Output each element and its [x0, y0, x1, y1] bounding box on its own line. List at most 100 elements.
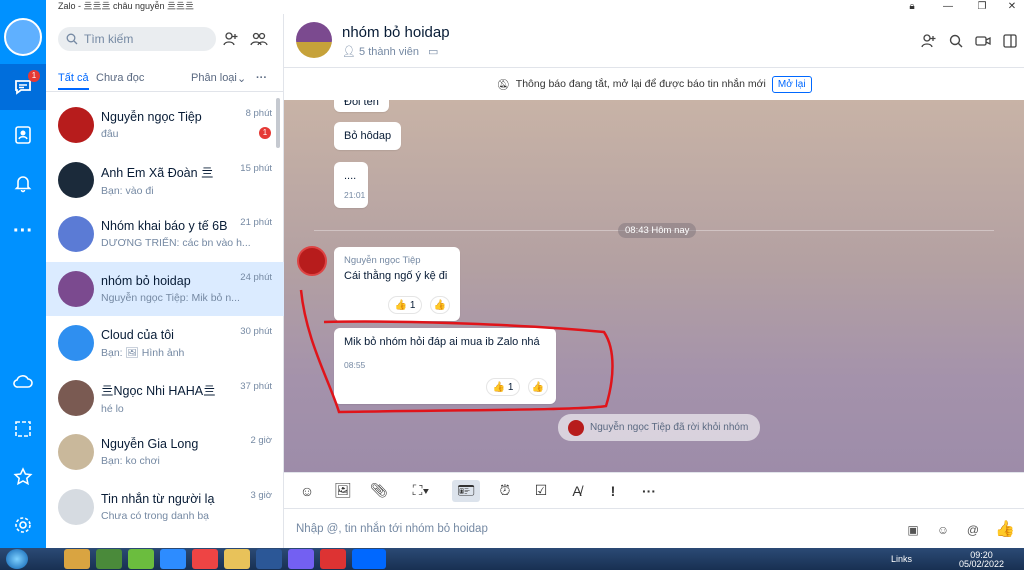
add-member-icon[interactable]: [918, 30, 940, 52]
conversation-avatar: [58, 216, 94, 253]
zoom-taskbar-icon[interactable]: [160, 549, 186, 569]
tab-all[interactable]: Tất cả: [58, 72, 89, 90]
search-box[interactable]: Tìm kiếm: [58, 27, 216, 51]
add-friend-icon[interactable]: [220, 28, 242, 50]
format-icon[interactable]: A̸: [566, 480, 588, 502]
app-taskbar-icon[interactable]: [96, 549, 122, 569]
member-count[interactable]: 👤︎ 5 thành viên ▭: [342, 45, 438, 58]
app-taskbar-icon[interactable]: [128, 549, 154, 569]
mention-icon[interactable]: @: [962, 519, 984, 541]
message-area[interactable]: Đổi tên Bỏ hôdap .... 21:01 08:43 Hôm na…: [284, 100, 1024, 472]
contacts-icon: [15, 126, 31, 144]
priority-icon[interactable]: !: [602, 480, 624, 502]
sticker-icon[interactable]: ☺: [296, 480, 318, 502]
conversation-item[interactable]: Nhóm khai báo y tế 6B DƯƠNG TRIỂN: các bn…: [46, 207, 284, 262]
video-call-icon[interactable]: [972, 30, 994, 52]
mute-icon: 🔕︎: [496, 78, 510, 91]
task-icon[interactable]: ☑: [530, 480, 552, 502]
emoji-icon[interactable]: ☺: [932, 519, 954, 541]
word-taskbar-icon[interactable]: [256, 549, 282, 569]
cloud-icon: [13, 375, 33, 388]
conversation-item[interactable]: nhóm bỏ hoidap Nguyễn ngọc Tiệp: Mik bỏ n…: [46, 261, 284, 316]
conversation-tabs: Tất cả Chưa đọc Phân loại ⌄ ···: [46, 70, 284, 92]
folder-taskbar-icon[interactable]: [224, 549, 250, 569]
conversation-time: 21 phút: [240, 217, 272, 228]
conversation-item[interactable]: Nguyễn ngọc Tiệp đâu 8 phút 1: [46, 98, 284, 153]
sidebar-scrollbar[interactable]: [276, 98, 280, 148]
create-group-icon[interactable]: [248, 28, 270, 50]
notifications-nav-button[interactable]: [0, 160, 46, 206]
like-send-icon[interactable]: 👍: [994, 518, 1016, 540]
conversation-preview: Bạn: 🖼 Hình ảnh: [101, 346, 185, 359]
reopen-notifications-button[interactable]: Mở lại: [771, 75, 812, 93]
system-clock[interactable]: 09:20 05/02/2022: [959, 551, 1004, 569]
tag-icon[interactable]: ▭: [428, 46, 438, 58]
conversation-avatar: [58, 325, 94, 362]
conversation-avatar: [58, 270, 94, 307]
group-name[interactable]: nhóm bỏ hoidap: [342, 24, 450, 41]
tab-unread[interactable]: Chưa đọc: [96, 72, 144, 84]
search-input[interactable]: Tìm kiếm: [84, 32, 133, 46]
nav-rail: 1 ···: [0, 0, 46, 548]
zalo-taskbar-icon[interactable]: [352, 549, 386, 569]
star-icon: [13, 467, 33, 486]
contact-card-icon[interactable]: 🪪︎: [452, 479, 480, 502]
viber-taskbar-icon[interactable]: [288, 549, 314, 569]
attach-icon[interactable]: 📎︎: [368, 480, 390, 502]
image-icon[interactable]: 🖼︎: [332, 480, 354, 502]
chat-header: nhóm bỏ hoidap 👤︎ 5 thành viên ▭: [284, 14, 1024, 68]
system-message: Nguyễn ngọc Tiệp đã rời khỏi nhóm: [558, 414, 761, 441]
chrome-taskbar-icon[interactable]: [64, 549, 90, 569]
message-composer[interactable]: Nhập @, tin nhắn tới nhóm bỏ hoidap ▣ ☺ …: [284, 508, 1024, 548]
search-icon: [66, 33, 78, 45]
close-button[interactable]: ✕: [1000, 0, 1024, 14]
bell-icon: [14, 176, 32, 193]
more-icon[interactable]: ···: [638, 480, 660, 502]
favorites-nav-button[interactable]: [0, 454, 46, 500]
cloud-nav-button[interactable]: [0, 358, 46, 404]
sidebar-toggle-icon[interactable]: [999, 30, 1021, 52]
conversation-item[interactable]: 亖Ngọc Nhi HAHA亖 hé lo 37 phút: [46, 371, 284, 426]
app-taskbar-icon[interactable]: [192, 549, 218, 569]
tab-classify[interactable]: Phân loại: [191, 72, 237, 84]
quick-message-icon[interactable]: ▣: [902, 519, 924, 541]
screenshot-nav-button[interactable]: [0, 406, 46, 452]
conversation-time: 30 phút: [240, 326, 272, 337]
contacts-nav-button[interactable]: [0, 112, 46, 158]
user-avatar[interactable]: [4, 18, 42, 56]
more-icon[interactable]: ···: [0, 208, 46, 254]
conversation-name: Nguyễn Gia Long: [101, 437, 199, 452]
start-button[interactable]: [6, 549, 28, 569]
notice-text: Thông báo đang tắt, mở lại để được báo t…: [515, 78, 766, 90]
conversation-avatar: [58, 379, 94, 416]
app-taskbar-icon[interactable]: [320, 549, 346, 569]
settings-nav-button[interactable]: [0, 502, 46, 548]
system-avatar: [568, 419, 584, 436]
message-input[interactable]: Nhập @, tin nhắn tới nhóm bỏ hoidap: [296, 523, 488, 535]
minimize-button[interactable]: —: [936, 0, 960, 14]
chevron-down-icon[interactable]: ⌄: [237, 72, 246, 85]
maximize-button[interactable]: ❐: [970, 0, 994, 14]
pin-icon[interactable]: 🔒︎: [900, 0, 924, 14]
conversation-avatar: [58, 488, 94, 525]
reminder-icon[interactable]: ⏰︎: [494, 480, 516, 502]
conversation-item[interactable]: Anh Em Xã Đoàn 亖 Bạn: vào đi 15 phút: [46, 153, 284, 208]
conversation-sidebar: Tìm kiếm Tất cả Chưa đọc Phân loại ⌄ ···…: [46, 14, 284, 548]
composer-toolbar: ☺ 🖼︎ 📎︎ ⛶▾ 🪪︎ ⏰︎ ☑ A̸ ! ···: [284, 472, 1024, 508]
conversation-preview: hé lo: [101, 403, 124, 416]
conversation-preview: Bạn: vào đi: [101, 185, 154, 198]
links-toolbar[interactable]: Links: [891, 554, 912, 564]
group-avatar[interactable]: [296, 22, 332, 58]
conversation-item[interactable]: Cloud của tôi Bạn: 🖼 Hình ảnh 30 phút: [46, 316, 284, 371]
search-icon[interactable]: [945, 30, 967, 52]
gear-icon: [15, 517, 31, 533]
capture-icon[interactable]: ⛶▾: [404, 480, 438, 502]
more-options-icon[interactable]: ···: [256, 72, 267, 84]
conversation-item[interactable]: Tin nhắn từ người lạ Chưa có trong danh b…: [46, 480, 284, 535]
taskbar: Links 09:20 05/02/2022: [0, 548, 1024, 570]
messages-nav-button[interactable]: 1: [0, 64, 46, 110]
messages-badge: 1: [28, 70, 40, 82]
conversation-time: 3 giờ: [250, 489, 272, 501]
conversation-preview: Nguyễn ngọc Tiệp: Mik bỏ n...: [101, 291, 240, 304]
conversation-item[interactable]: Nguyễn Gia Long Bạn: ko chơi 2 giờ: [46, 425, 284, 480]
